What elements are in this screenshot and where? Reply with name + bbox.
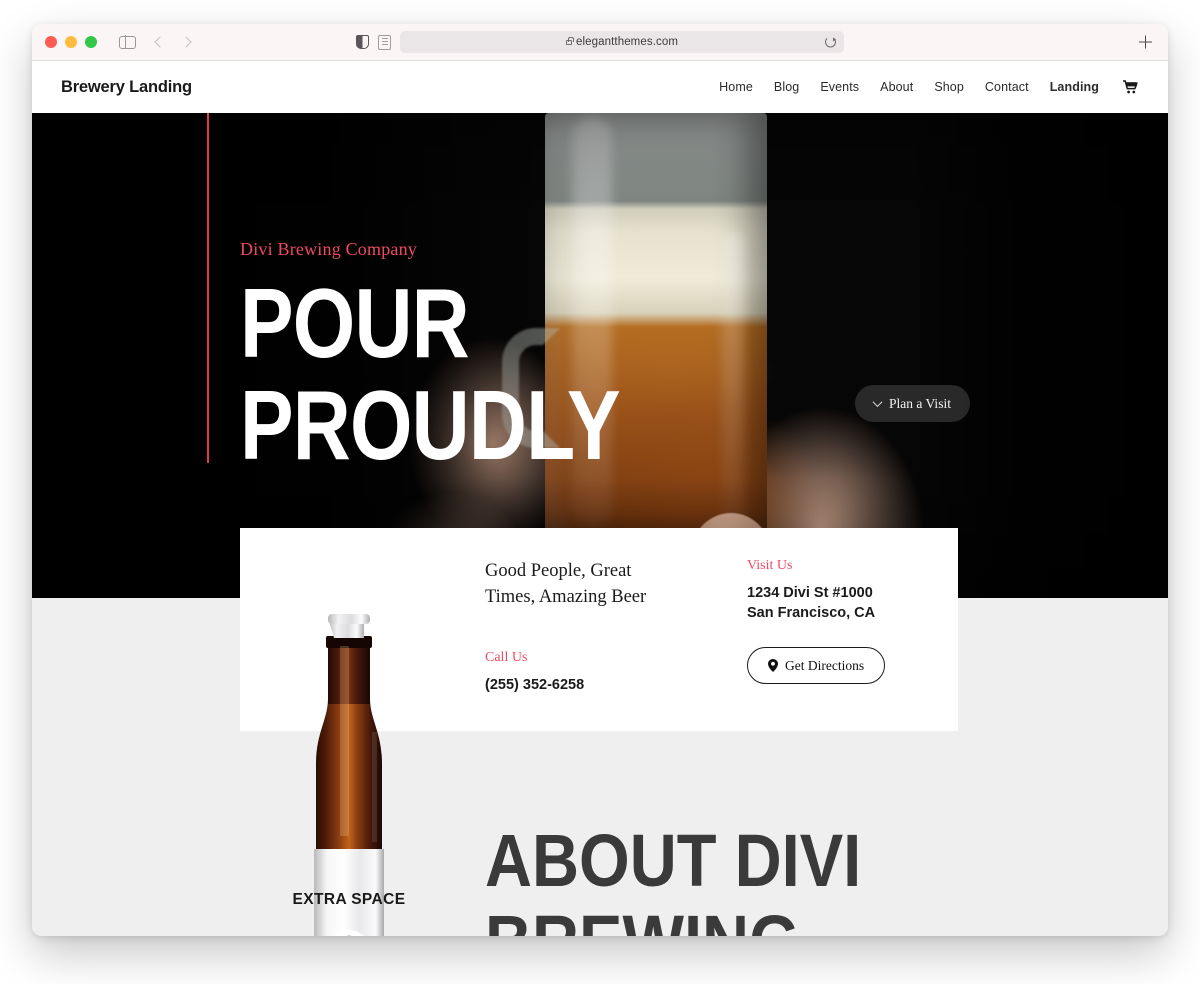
address-text: 1234 Divi St #1000 San Francisco, CA <box>747 585 876 621</box>
visit-us-label: Visit Us <box>747 558 793 573</box>
beer-bottle-illustration: EXTRA SPACE D <box>284 612 414 936</box>
sidebar-toggle-icon[interactable] <box>119 35 136 49</box>
plan-a-visit-button[interactable]: Plan a Visit <box>855 385 970 422</box>
about-section: Good People, Great Times, Amazing Beer C… <box>32 528 1168 936</box>
nav-item-events[interactable]: Events <box>820 80 859 94</box>
contact-column-left: Good People, Great Times, Amazing Beer C… <box>485 558 685 695</box>
about-heading-block: ABOUT DIVI BREWING CO. Lorem ipsum dolor… <box>485 820 955 936</box>
browser-titlebar: elegantthemes.com <box>32 24 1168 61</box>
minimize-window-button[interactable] <box>65 36 77 48</box>
reader-view-icon[interactable] <box>378 34 391 50</box>
browser-toolbar-center: elegantthemes.com <box>356 31 844 53</box>
reload-icon[interactable] <box>825 36 836 48</box>
website-viewport: Brewery Landing Home Blog Events About S… <box>32 61 1168 936</box>
nav-item-home[interactable]: Home <box>719 80 753 94</box>
browser-nav-buttons <box>154 36 192 48</box>
map-pin-icon <box>768 659 778 672</box>
window-traffic-lights <box>45 36 97 48</box>
url-bar[interactable]: elegantthemes.com <box>400 31 844 53</box>
nav-item-landing[interactable]: Landing <box>1050 80 1099 94</box>
hero-section: Divi Brewing Company POUR PROUDLY Plan a… <box>32 113 1168 598</box>
call-us-label: Call Us <box>485 650 528 665</box>
shopping-cart-icon[interactable] <box>1123 80 1138 94</box>
url-text: elegantthemes.com <box>575 36 679 48</box>
hero-content: Divi Brewing Company POUR PROUDLY <box>240 239 703 476</box>
site-logo[interactable]: Brewery Landing <box>61 78 192 97</box>
hero-title: POUR PROUDLY <box>240 268 621 480</box>
maximize-window-button[interactable] <box>85 36 97 48</box>
new-tab-button[interactable] <box>1139 35 1152 49</box>
lock-icon <box>565 37 574 45</box>
browser-window: elegantthemes.com Brewery Landing Home B… <box>32 24 1168 936</box>
about-title: ABOUT DIVI BREWING CO. <box>485 819 862 936</box>
phone-number[interactable]: (255) 352-6258 <box>485 675 685 695</box>
back-chevron-icon[interactable] <box>154 36 166 48</box>
site-header: Brewery Landing Home Blog Events About S… <box>32 61 1168 113</box>
contact-info-columns: Good People, Great Times, Amazing Beer C… <box>485 558 957 695</box>
privacy-shield-icon[interactable] <box>356 35 369 49</box>
main-navigation: Home Blog Events About Shop Contact Land… <box>719 80 1138 94</box>
bottle-label-text: EXTRA SPACE <box>293 891 406 908</box>
nav-item-shop[interactable]: Shop <box>934 80 964 94</box>
get-directions-button[interactable]: Get Directions <box>747 647 886 684</box>
plan-a-visit-label: Plan a Visit <box>889 395 951 411</box>
hero-eyebrow: Divi Brewing Company <box>240 239 417 259</box>
contact-column-right: Visit Us 1234 Divi St #1000 San Francisc… <box>747 558 957 695</box>
close-window-button[interactable] <box>45 36 57 48</box>
nav-item-about[interactable]: About <box>880 80 913 94</box>
tagline-text: Good People, Great Times, Amazing Beer <box>485 561 647 607</box>
chevron-down-icon <box>872 397 883 408</box>
nav-item-blog[interactable]: Blog <box>774 80 799 94</box>
forward-chevron-icon[interactable] <box>180 36 192 48</box>
hero-accent-line <box>207 113 209 463</box>
nav-item-contact[interactable]: Contact <box>985 80 1029 94</box>
get-directions-label: Get Directions <box>785 657 865 673</box>
